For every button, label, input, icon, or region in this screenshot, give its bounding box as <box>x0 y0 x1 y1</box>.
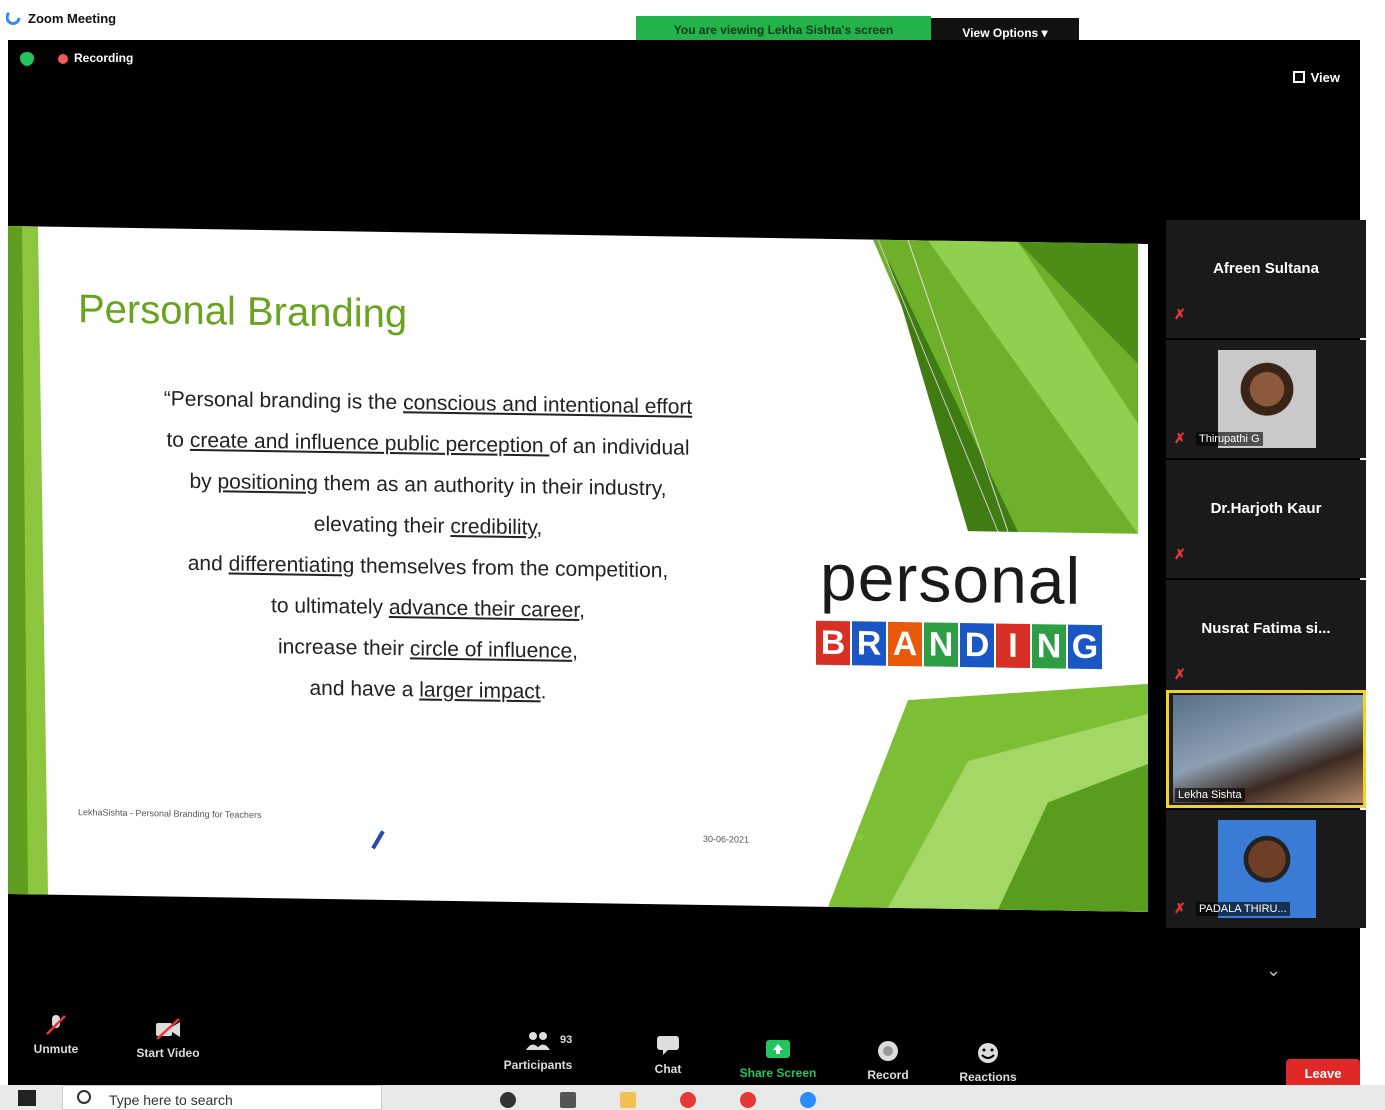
reactions-button[interactable]: Reactions <box>948 1042 1028 1084</box>
quote-emphasis: differentiating <box>228 552 355 578</box>
muted-mic-icon: ✗ <box>1174 666 1186 682</box>
branding-letter-blocks: BRANDING <box>816 620 1102 670</box>
chevron-down-icon[interactable]: ⌄ <box>1266 960 1281 981</box>
branding-letter: I <box>996 623 1030 669</box>
participant-name: Nusrat Fatima si... <box>1201 620 1331 637</box>
view-button[interactable]: View <box>1292 70 1340 85</box>
cortana-icon[interactable] <box>500 1092 516 1108</box>
reactions-label: Reactions <box>959 1070 1017 1084</box>
zoom-window: Zoom Meeting You are viewing Lekha Sisht… <box>0 0 1385 1110</box>
grid-icon <box>1292 71 1305 83</box>
meeting-area: Recording View Personal Branding “Person… <box>8 40 1366 1089</box>
record-icon <box>878 1041 898 1061</box>
quote-emphasis: create and influence public perception <box>189 428 550 458</box>
branding-letter: G <box>1068 624 1102 670</box>
participants-button[interactable]: Participants <box>488 1030 588 1072</box>
participant-tile[interactable]: Nusrat Fatima si... ✗ <box>1166 580 1366 698</box>
recording-dot-icon <box>58 54 68 64</box>
quote-emphasis: credibility <box>450 514 537 540</box>
slide-date: 30-06-2021 <box>703 833 750 845</box>
participants-count: 93 <box>560 1034 573 1046</box>
muted-mic-icon: ✗ <box>1174 546 1186 562</box>
participant-tile[interactable]: PADALA THIRU... ✗ <box>1166 810 1366 928</box>
start-video-label: Start Video <box>136 1046 200 1060</box>
windows-taskbar: Type here to search <box>0 1085 1385 1110</box>
muted-mic-icon <box>46 1015 66 1035</box>
chat-label: Chat <box>654 1062 682 1076</box>
view-label: View <box>1310 70 1340 85</box>
muted-mic-icon: ✗ <box>1174 430 1186 446</box>
branding-letter: N <box>1032 624 1066 669</box>
quote-emphasis: positioning <box>217 470 318 495</box>
branding-letter: A <box>888 621 922 667</box>
search-placeholder: Type here to search <box>109 1092 233 1108</box>
file-explorer-icon[interactable] <box>620 1092 636 1108</box>
participant-tile[interactable]: Lekha Sishta <box>1166 690 1366 808</box>
task-view-icon[interactable] <box>560 1092 576 1108</box>
participant-gallery: Afreen Sultana ✗ Thirupathi G ✗ Dr.Harjoth K… <box>1166 220 1366 980</box>
participant-name: Thirupathi G <box>1196 432 1263 446</box>
windows-start-icon[interactable] <box>18 1090 36 1106</box>
branding-letter: N <box>924 622 958 667</box>
muted-mic-icon: ✗ <box>1174 306 1186 322</box>
search-icon <box>77 1090 91 1104</box>
unmute-button[interactable]: Unmute <box>26 1014 86 1056</box>
quote-emphasis: conscious and intentional effort <box>403 391 693 419</box>
shared-slide: Personal Branding “Personal branding is … <box>8 226 1148 912</box>
participant-name: Afreen Sultana <box>1213 260 1319 277</box>
encryption-shield-icon[interactable] <box>20 52 34 66</box>
participants-label: Participants <box>503 1058 573 1072</box>
app-icon-blue[interactable] <box>800 1092 816 1108</box>
recording-label[interactable]: Recording <box>74 51 133 65</box>
slide-title: Personal Branding <box>78 287 408 337</box>
branding-letter: R <box>852 621 886 666</box>
meeting-toolbar: Unmute Start Video Participants 93 Chat … <box>8 1002 1360 1089</box>
participant-tile[interactable]: Dr.Harjoth Kaur ✗ <box>1166 460 1366 578</box>
smiley-icon <box>978 1043 998 1063</box>
record-label: Record <box>867 1068 909 1082</box>
video-off-icon <box>156 1018 180 1040</box>
zoom-logo-icon <box>6 11 21 25</box>
share-screen-label: Share Screen <box>739 1066 817 1080</box>
participant-name: Lekha Sishta <box>1175 788 1245 802</box>
unmute-label: Unmute <box>33 1042 79 1056</box>
window-title: Zoom Meeting <box>28 11 117 26</box>
chat-bubble-icon <box>657 1036 679 1055</box>
people-icon <box>526 1032 550 1050</box>
participant-tile[interactable]: Afreen Sultana ✗ <box>1166 220 1366 338</box>
share-screen-icon <box>766 1040 790 1058</box>
slide-quote: “Personal branding is the conscious and … <box>88 377 768 716</box>
record-button[interactable]: Record <box>853 1040 923 1082</box>
participant-name: PADALA THIRU... <box>1196 902 1290 916</box>
app-icon-red-2[interactable] <box>740 1092 756 1108</box>
share-screen-button[interactable]: Share Screen <box>723 1038 833 1080</box>
chat-button[interactable]: Chat <box>638 1034 698 1076</box>
quote-emphasis: advance their career <box>388 595 580 622</box>
branding-letter: D <box>960 622 994 668</box>
personal-word-art: personal <box>820 539 1082 618</box>
participant-name: Dr.Harjoth Kaur <box>1210 500 1322 517</box>
participant-video <box>1173 695 1363 803</box>
participant-tile[interactable]: Thirupathi G ✗ <box>1166 340 1366 458</box>
taskbar-search-box[interactable]: Type here to search <box>62 1085 382 1110</box>
quote-emphasis: larger impact <box>419 678 541 704</box>
branding-letter: B <box>816 620 850 666</box>
app-icon-red[interactable] <box>680 1092 696 1108</box>
quote-emphasis: circle of influence <box>409 637 573 663</box>
muted-mic-icon: ✗ <box>1174 900 1186 916</box>
start-video-button[interactable]: Start Video <box>128 1018 208 1060</box>
